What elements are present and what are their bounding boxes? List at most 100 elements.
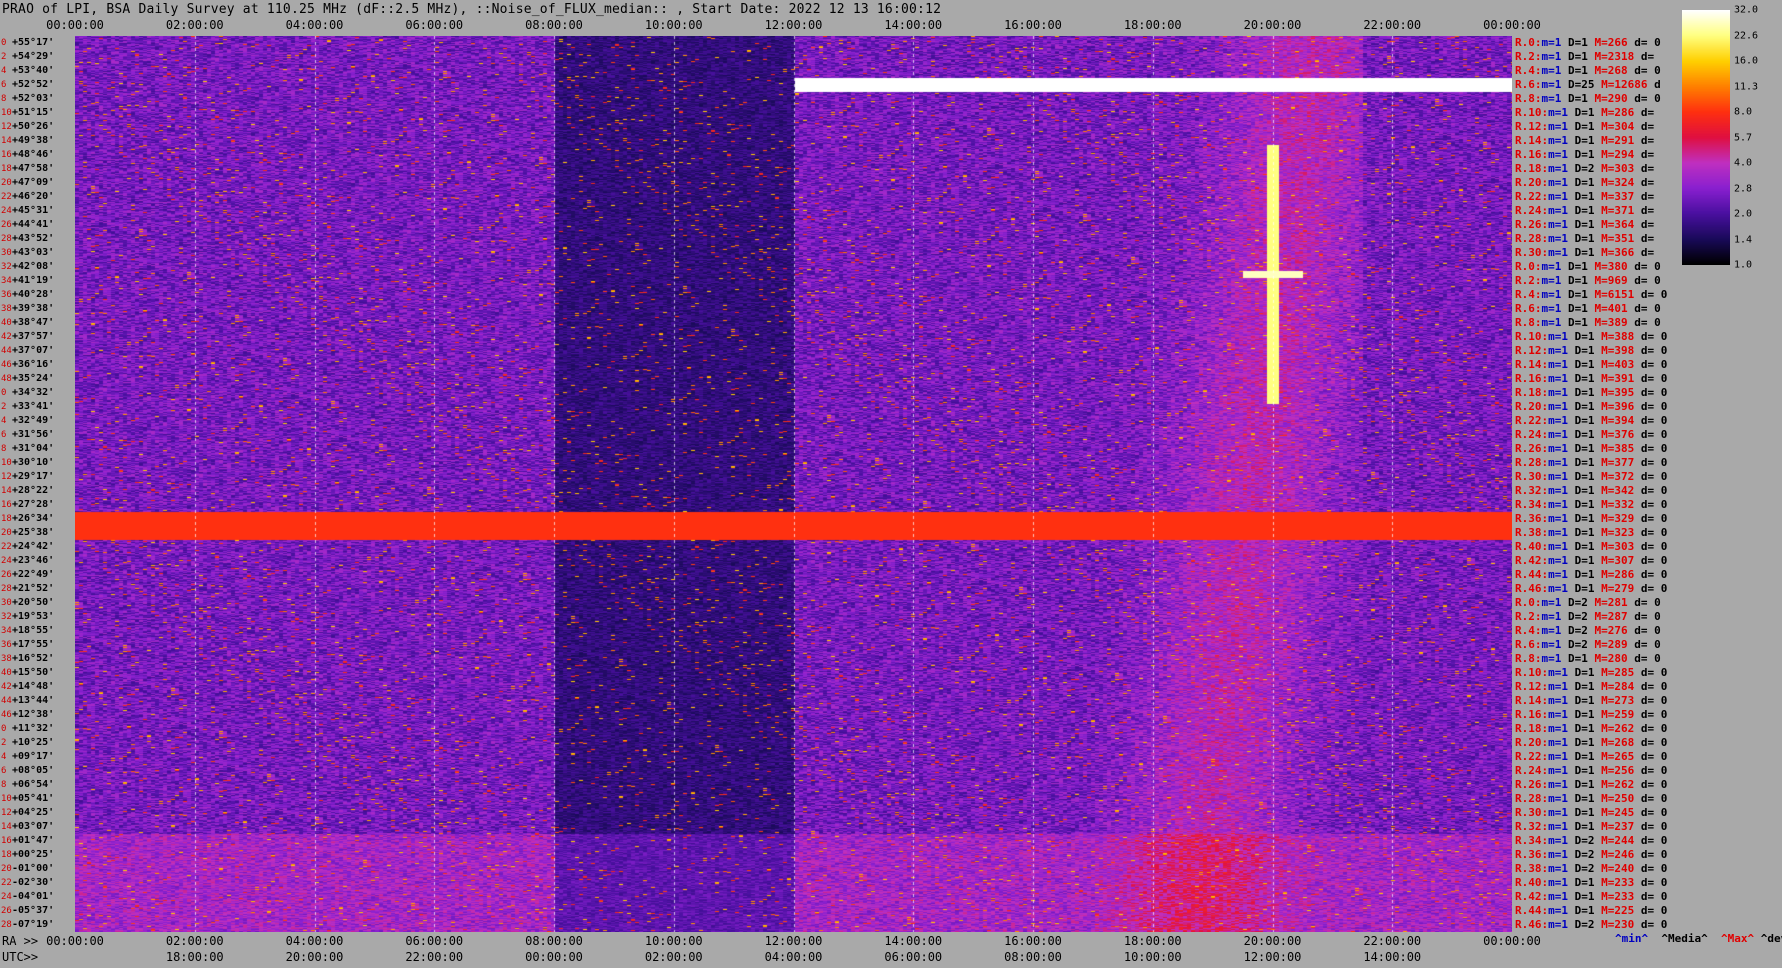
dev-value: d= 0 (1634, 624, 1661, 637)
stats-legend: ^min^ ^Media^ ^Max^ ^devia^ (1615, 932, 1782, 945)
beam-stat-row: R.34:m=1 D=2 M=244 d= 0 (1515, 834, 1667, 848)
min-value: m=1 (1548, 568, 1568, 581)
median-value: D=1 (1568, 50, 1588, 63)
dec-row: 18 +26°34' (0, 512, 75, 526)
max-value: M=307 (1601, 554, 1635, 567)
declination-label: +47°58' (12, 163, 55, 174)
max-value: M=396 (1601, 400, 1635, 413)
beam-stat-row: R.4:m=1 D=1 M=6151 d= 0 (1515, 288, 1667, 302)
min-value: m=1 (1548, 764, 1568, 777)
beam-stat-row: R.16:m=1 D=1 M=391 d= 0 (1515, 372, 1667, 386)
beam-label: R.30: (1515, 246, 1549, 259)
beam-label: R.6: (1515, 638, 1542, 651)
declination-label: +47°09' (12, 177, 55, 188)
dec-row: 34 +18°55' (0, 624, 75, 638)
min-value: m=1 (1541, 624, 1562, 637)
beam-label: R.6: (1515, 78, 1542, 91)
dev-value: d= 0 (1634, 36, 1661, 49)
median-value: D=1 (1574, 792, 1595, 805)
beam-index: 28 (1, 920, 12, 930)
max-value: M=403 (1601, 358, 1635, 371)
declination-label: +51°15' (12, 107, 55, 118)
dec-row: 4 +32°49' (0, 414, 75, 428)
median-value: D=2 (1574, 834, 1595, 847)
beam-stat-row: R.2:m=1 D=2 M=287 d= 0 (1515, 610, 1661, 624)
dev-value: d= 0 (1640, 540, 1668, 553)
dec-row: 30 +43°03' (0, 246, 75, 260)
beam-stat-row: R.12:m=1 D=1 M=284 d= 0 (1515, 680, 1667, 694)
dev-value: d= 0 (1640, 694, 1668, 707)
max-value: M=289 (1594, 638, 1628, 651)
dec-row: 32 +42°08' (0, 260, 75, 274)
dec-row: 8 +52°03' (0, 92, 75, 106)
beam-stat-row: R.18:m=1 D=1 M=395 d= 0 (1515, 386, 1667, 400)
declination-label: +44°41' (12, 219, 55, 230)
dec-row: 20 -01°00' (0, 862, 75, 876)
beam-stat-row: R.0:m=1 D=1 M=266 d= 0 (1515, 36, 1661, 50)
dev-value: d= 0 (1634, 260, 1661, 273)
dev-value: d= 0 (1640, 848, 1668, 861)
utc-axis-tick: 22:00:00 (405, 950, 464, 964)
beam-index: 40 (1, 318, 12, 328)
max-value: M=230 (1601, 918, 1635, 931)
beam-stat-row: R.44:m=1 D=1 M=225 d= 0 (1515, 904, 1667, 918)
beam-index: 6 (1, 430, 7, 440)
median-value: D=2 (1568, 596, 1588, 609)
declination-label: +52°03' (12, 93, 55, 104)
beam-label: R.36: (1515, 848, 1549, 861)
dec-row: 2 +54°29' (0, 50, 75, 64)
dev-value: d= 0 (1640, 736, 1668, 749)
declination-label: +34°32' (12, 387, 55, 398)
beam-index: 32 (1, 262, 12, 272)
dev-value: d= 0 (1634, 274, 1661, 287)
median-value: D=2 (1574, 848, 1595, 861)
max-value: M=225 (1601, 904, 1635, 917)
colorbar-tick: 1.4 (1734, 234, 1753, 245)
dec-row: 46 +12°38' (0, 708, 75, 722)
min-value: m=1 (1548, 736, 1568, 749)
min-value: m=1 (1548, 372, 1568, 385)
beam-index: 26 (1, 570, 12, 580)
beam-stat-row: R.22:m=1 D=1 M=265 d= 0 (1515, 750, 1667, 764)
declination-label: +20°50' (12, 597, 55, 608)
beam-index: 0 (1, 38, 7, 48)
min-value: m=1 (1541, 316, 1562, 329)
beam-label: R.30: (1515, 470, 1549, 483)
beam-label: R.14: (1515, 358, 1549, 371)
colorbar-tick: 5.7 (1734, 132, 1753, 143)
utc-axis-tick: 02:00:00 (644, 950, 703, 964)
dec-row: 16 +01°47' (0, 834, 75, 848)
max-value: M=969 (1594, 274, 1628, 287)
beam-label: R.42: (1515, 890, 1549, 903)
dev-value: d= (1640, 50, 1655, 63)
dev-value: d= 0 (1640, 680, 1668, 693)
beam-index: 34 (1, 626, 12, 636)
declination-label: +37°07' (12, 345, 55, 356)
min-value: m=1 (1548, 778, 1568, 791)
max-value: M=364 (1601, 218, 1635, 231)
ra-axis-tick: 08:00:00 (525, 934, 583, 948)
colorbar-tick: 2.0 (1734, 208, 1753, 220)
dev-value: d= 0 (1634, 316, 1661, 329)
dec-row: 26 +44°41' (0, 218, 75, 232)
min-value: m=1 (1548, 428, 1568, 441)
beam-index: 36 (1, 640, 12, 650)
beam-stats-column: R.0:m=1 D=1 M=266 d= 0 R.2:m=1 D=1 M=2318… (1513, 36, 1683, 932)
median-value: D=1 (1574, 442, 1595, 455)
median-value: D=1 (1574, 148, 1595, 161)
max-value: M=6151 (1594, 288, 1635, 301)
dec-row: 34 +41°19' (0, 274, 75, 288)
top-axis-tick: 02:00:00 (165, 18, 224, 32)
beam-stat-row: R.2:m=1 D=1 M=969 d= 0 (1515, 274, 1661, 288)
min-value: m=1 (1548, 190, 1568, 203)
beam-index: 22 (1, 192, 12, 202)
beam-stat-row: R.0:m=1 D=2 M=281 d= 0 (1515, 596, 1661, 610)
max-value: M=262 (1601, 722, 1635, 735)
beam-stat-row: R.38:m=1 D=2 M=240 d= 0 (1515, 862, 1667, 876)
max-value: M=395 (1601, 386, 1635, 399)
declination-label: +46°20' (12, 191, 55, 202)
dev-value: d= 0 (1640, 834, 1668, 847)
beam-index: 12 (1, 122, 12, 132)
beam-index: 2 (1, 52, 7, 62)
min-value: m=1 (1541, 260, 1562, 273)
